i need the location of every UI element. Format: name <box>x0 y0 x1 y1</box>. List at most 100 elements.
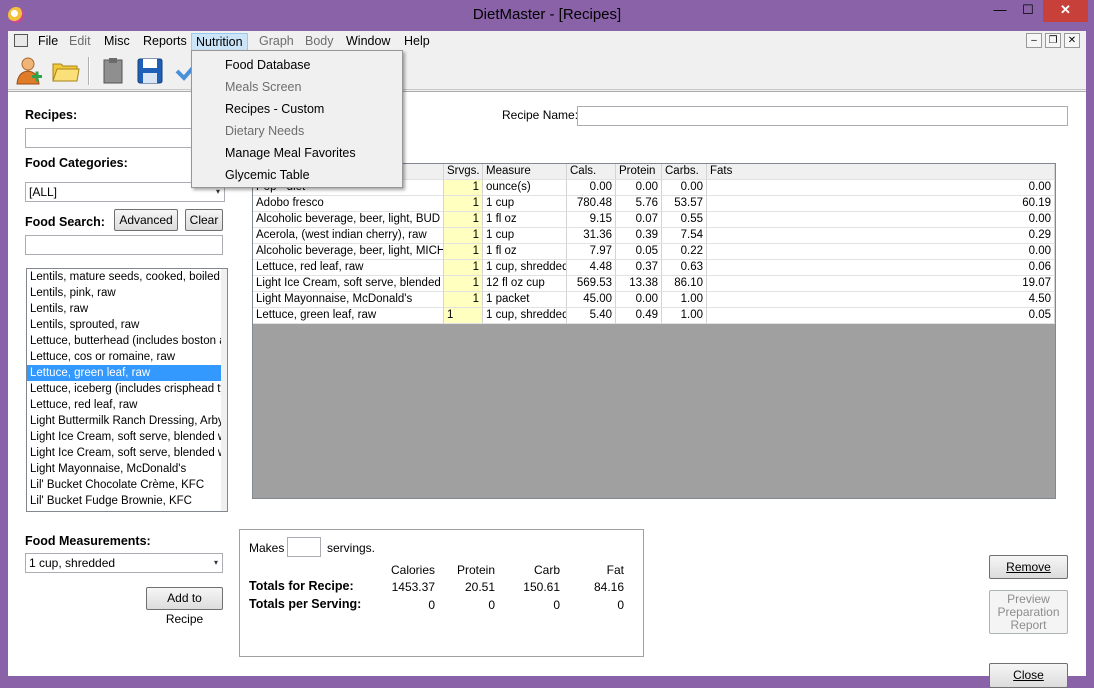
table-row[interactable]: Lettuce, green leaf, raw 1 1 cup, shredded… <box>253 308 1055 324</box>
recipe-calories: 1453.37 <box>391 580 435 594</box>
servings-input[interactable] <box>287 537 321 557</box>
mdi-controls: – ❐ ✕ <box>1026 33 1080 50</box>
cell-servings[interactable]: 1 <box>444 228 483 244</box>
dropdown-arrow-icon[interactable]: ▾ <box>211 555 221 571</box>
food-list-item[interactable]: Lettuce, butterhead (includes boston ar <box>27 333 227 349</box>
cell-fats: 19.07 <box>707 276 1055 292</box>
table-row[interactable]: Alcoholic beverage, beer, light, BUD LIG… <box>253 212 1055 228</box>
menu-file[interactable]: File <box>34 33 62 51</box>
save-icon[interactable] <box>135 56 165 86</box>
cell-servings[interactable]: 1 <box>444 244 483 260</box>
maximize-button[interactable]: ☐ <box>1014 0 1042 22</box>
table-row[interactable]: Alcoholic beverage, beer, light, MICHEL 1… <box>253 244 1055 260</box>
food-list[interactable]: Lentils, mature seeds, cooked, boiled, w… <box>26 268 228 512</box>
food-list-item[interactable]: Light Ice Cream, soft serve, blended wi <box>27 429 227 445</box>
preview-preparation-report-button[interactable]: Preview Preparation Report <box>989 590 1068 634</box>
serving-carb: 0 <box>553 598 560 612</box>
close-button[interactable]: Close <box>989 663 1068 688</box>
food-list-scrollbar[interactable] <box>221 269 227 511</box>
table-row[interactable]: Lettuce, red leaf, raw 1 1 cup, shredded 4.… <box>253 260 1055 276</box>
table-row[interactable]: Acerola, (west indian cherry), raw 1 1 cup… <box>253 228 1055 244</box>
nutrition-menu-item[interactable]: Food Database <box>192 54 402 76</box>
cell-servings[interactable]: 1 <box>444 276 483 292</box>
food-list-item[interactable]: Lentils, raw <box>27 301 227 317</box>
nutrition-menu-item[interactable]: Recipes - Custom <box>192 98 402 120</box>
nutrition-menu-item[interactable]: Manage Meal Favorites <box>192 142 402 164</box>
grid-header-servings[interactable]: Srvgs. <box>444 164 483 180</box>
table-row[interactable]: Adobo fresco 1 1 cup 780.48 5.76 53.57 60.19 <box>253 196 1055 212</box>
food-list-item[interactable]: Lentils, mature seeds, cooked, boiled, w <box>27 269 227 285</box>
cell-servings[interactable]: 1 <box>444 180 483 196</box>
grid-header-calories[interactable]: Cals. <box>567 164 616 180</box>
add-to-recipe-button[interactable]: Add to Recipe <box>146 587 223 626</box>
protein-header: Protein <box>456 563 495 577</box>
clipboard-icon[interactable] <box>98 56 128 86</box>
recipe-ingredients-grid[interactable]: Srvgs.MeasureCals.ProteinCarbs.FatsPop -… <box>252 163 1056 499</box>
food-list-item[interactable]: Lentils, sprouted, raw <box>27 317 227 333</box>
food-list-item[interactable]: Lil' Bucket Fudge Brownie, KFC <box>27 493 227 509</box>
food-list-item[interactable]: Lettuce, green leaf, raw <box>27 365 227 381</box>
cell-servings[interactable]: 1 <box>444 260 483 276</box>
remove-button[interactable]: Remove <box>989 555 1068 579</box>
menu-help[interactable]: Help <box>400 33 434 51</box>
calories-header: Calories <box>390 563 435 577</box>
food-list-item[interactable]: Lentils, pink, raw <box>27 285 227 301</box>
nutrition-menu-item[interactable]: Dietary Needs <box>192 120 402 142</box>
recipe-fat: 84.16 <box>593 580 624 594</box>
cell-servings[interactable]: 1 <box>444 308 483 324</box>
cell-carbs: 0.22 <box>662 244 707 260</box>
minimize-button[interactable]: — <box>986 0 1014 22</box>
recipe-name-label: Recipe Name: <box>502 108 579 122</box>
food-list-item[interactable]: Light Mayonnaise, McDonald's <box>27 461 227 477</box>
menu-body[interactable]: Body <box>301 33 338 51</box>
nutrition-menu-item[interactable]: Meals Screen <box>192 76 402 98</box>
fat-header: Fat <box>606 563 624 577</box>
mdi-close-button[interactable]: ✕ <box>1064 33 1080 48</box>
close-window-button[interactable]: ✕ <box>1043 0 1088 22</box>
food-list-item[interactable]: Light Buttermilk Ranch Dressing, Arby's <box>27 413 227 429</box>
cell-calories: 4.48 <box>567 260 616 276</box>
cell-calories: 0.00 <box>567 180 616 196</box>
grid-header-fats[interactable]: Fats <box>707 164 1055 180</box>
menu-graph[interactable]: Graph <box>255 33 298 51</box>
food-list-item[interactable]: Lil' Bucket Chocolate Crème, KFC <box>27 477 227 493</box>
advanced-button[interactable]: Advanced <box>114 209 178 231</box>
client-area: File Edit Misc Reports Nutrition Graph B… <box>8 31 1086 688</box>
cell-protein: 0.00 <box>616 180 662 196</box>
menu-window[interactable]: Window <box>342 33 394 51</box>
menu-misc[interactable]: Misc <box>100 33 134 51</box>
toolbar-separator <box>88 57 90 85</box>
menu-nutrition[interactable]: Nutrition <box>191 33 248 51</box>
food-list-item[interactable]: Lettuce, iceberg (includes crisphead typ <box>27 381 227 397</box>
grid-header-protein[interactable]: Protein <box>616 164 662 180</box>
cell-servings[interactable]: 1 <box>444 196 483 212</box>
clear-button[interactable]: Clear <box>185 209 223 231</box>
cell-protein: 5.76 <box>616 196 662 212</box>
food-measurements-select[interactable]: 1 cup, shredded ▾ <box>25 553 223 573</box>
serving-calories: 0 <box>428 598 435 612</box>
nutrition-menu-item[interactable]: Glycemic Table <box>192 164 402 186</box>
cell-servings[interactable]: 1 <box>444 212 483 228</box>
mdi-restore-button[interactable]: ❐ <box>1045 33 1061 48</box>
food-list-item[interactable]: Lettuce, red leaf, raw <box>27 397 227 413</box>
mdi-minimize-button[interactable]: – <box>1026 33 1042 48</box>
recipe-name-input[interactable] <box>577 106 1068 126</box>
grid-header-carbs[interactable]: Carbs. <box>662 164 707 180</box>
add-user-icon[interactable] <box>14 56 44 86</box>
food-list-item[interactable]: Light Ice Cream, soft serve, blended wi <box>27 445 227 461</box>
food-list-item[interactable]: Lettuce, cos or romaine, raw <box>27 349 227 365</box>
cell-fats: 0.05 <box>707 308 1055 324</box>
menu-edit[interactable]: Edit <box>65 33 95 51</box>
grid-header-measure[interactable]: Measure <box>483 164 567 180</box>
open-folder-icon[interactable] <box>50 56 80 86</box>
document-icon[interactable] <box>14 34 28 47</box>
serving-fat: 0 <box>617 598 624 612</box>
table-row[interactable]: Light Mayonnaise, McDonald's 1 1 packet 45.… <box>253 292 1055 308</box>
menu-reports[interactable]: Reports <box>139 33 191 51</box>
cell-carbs: 1.00 <box>662 308 707 324</box>
food-search-input[interactable] <box>25 235 223 255</box>
table-row[interactable]: Light Ice Cream, soft serve, blended wit… <box>253 276 1055 292</box>
totals-panel: Makes servings. Calories Protein Carb Fa… <box>239 529 644 657</box>
recipes-input[interactable] <box>25 128 195 148</box>
cell-servings[interactable]: 1 <box>444 292 483 308</box>
